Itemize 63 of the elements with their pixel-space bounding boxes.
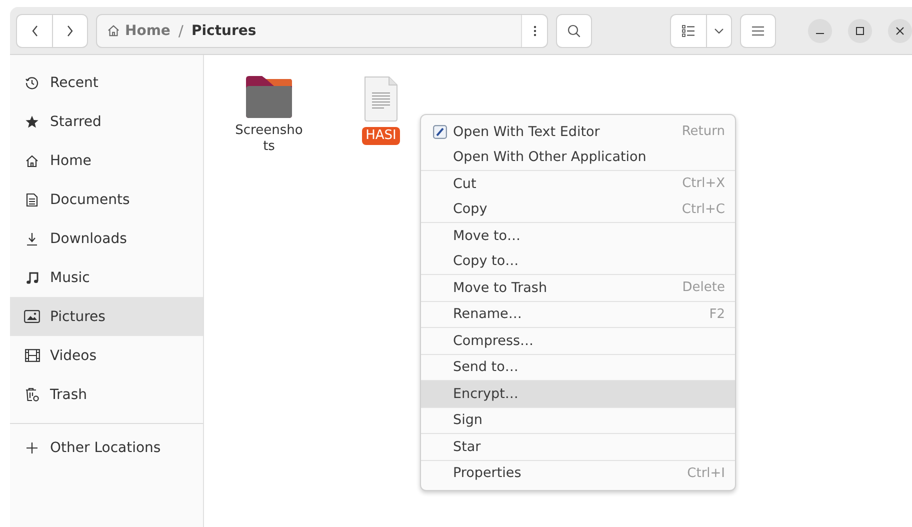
sidebar-item[interactable]: Videos [10,336,203,375]
trash-icon [24,387,40,402]
menu-item[interactable]: Open With Other Application [421,144,735,170]
star-icon [25,114,39,128]
path-separator: / [178,22,184,40]
menu-item[interactable]: Send to… [421,354,735,380]
menu-item[interactable]: Sign [421,408,735,433]
forward-icon [65,24,75,38]
menu-icon [752,26,764,36]
close-button[interactable] [888,18,912,42]
search-button[interactable] [556,14,592,48]
menu-button[interactable] [740,14,776,48]
menu-item[interactable]: Move to… [421,223,735,248]
menu-item[interactable]: Open With Text Editor Return [421,119,735,144]
home-icon [107,24,120,37]
other-locations-item[interactable]: Other Locations [10,428,203,467]
chevron-down-icon [714,28,724,34]
menu-item[interactable]: Move to Trash Delete [421,275,735,300]
path-segment[interactable]: Home [107,22,170,38]
shortcut-label: Delete [682,280,725,296]
menu-item[interactable]: Cut Ctrl+X [421,171,735,196]
sidebar-item[interactable]: Downloads [10,219,203,258]
menu-item[interactable]: Rename… F2 [421,302,735,327]
shortcut-label: Ctrl+X [682,176,725,192]
shortcut-label: Return [682,124,725,140]
sidebar-item[interactable]: Music [10,258,203,297]
maximize-icon [856,26,864,34]
plus-icon [26,442,38,454]
menu-item[interactable]: Star [421,434,735,460]
menu-item[interactable]: Copy Ctrl+C [421,196,735,222]
sidebar-item[interactable]: Documents [10,180,203,219]
file-name[interactable]: Screenshots [234,123,304,155]
sidebar-item[interactable]: Pictures [10,297,203,336]
menu-item[interactable]: Properties Ctrl+I [421,460,735,486]
download-icon [26,232,38,246]
home-icon [25,154,39,168]
shortcut-label: Ctrl+C [682,202,725,217]
minimize-icon [816,33,824,34]
back-icon [30,24,40,38]
search-icon [567,24,581,38]
more-icon [532,24,536,36]
list-view-button[interactable] [670,14,706,48]
close-icon [896,26,904,34]
clock-icon [25,76,39,90]
shortcut-label: F2 [709,306,725,322]
file-name[interactable]: HASI [362,127,400,145]
shortcut-label: Ctrl+I [687,466,725,481]
text-editor-icon [433,124,447,139]
music-note-icon [26,270,38,284]
path-segment[interactable]: Pictures [191,22,256,38]
menu-item[interactable]: Compress… [421,328,735,354]
menu-item[interactable]: Copy to… [421,248,735,274]
film-icon [24,349,40,362]
maximize-button[interactable] [848,18,872,42]
folder-icon [244,75,294,119]
sidebar-item[interactable]: Starred [10,102,203,141]
menu-item[interactable]: Encrypt… [421,381,735,406]
sidebar-item[interactable]: Recent [10,63,203,102]
document-icon [26,192,38,206]
sidebar-item[interactable]: Trash [10,375,203,414]
sidebar-item[interactable]: Home [10,141,203,180]
image-icon [24,310,40,323]
list-view-icon [682,24,695,36]
